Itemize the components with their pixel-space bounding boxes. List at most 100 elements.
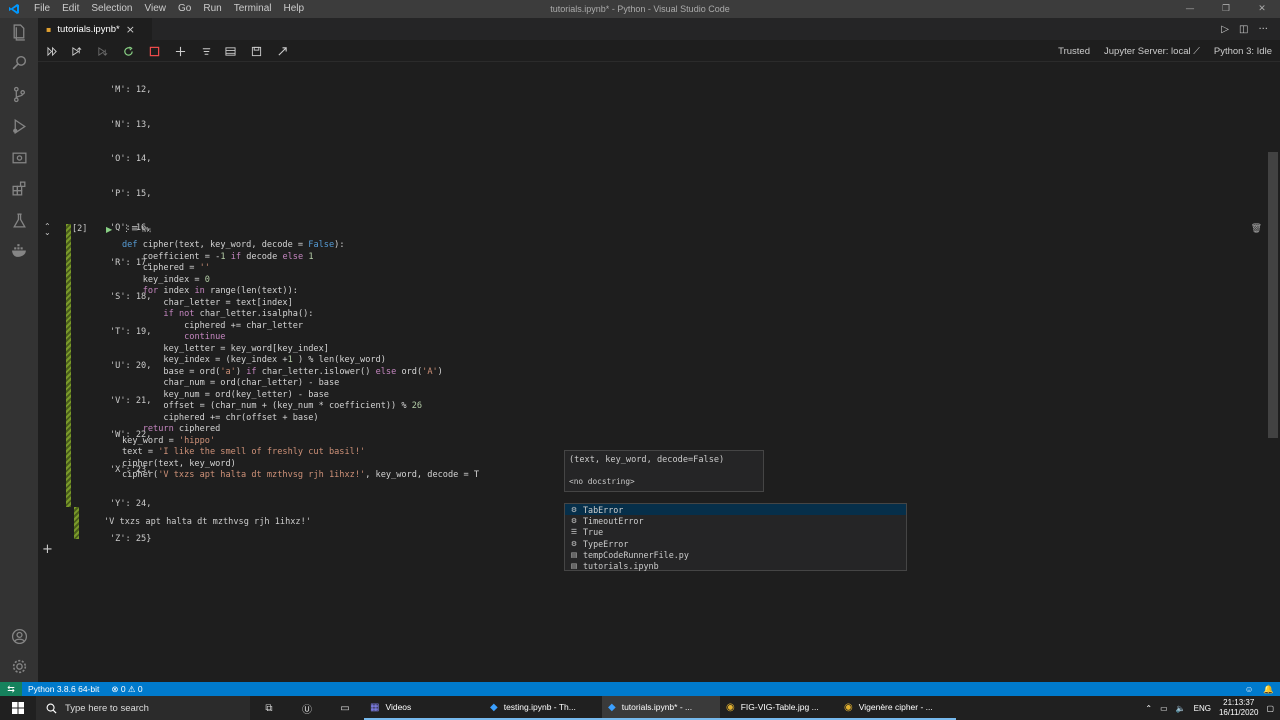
remote-icon[interactable]: ⇆: [0, 682, 22, 696]
volume-icon[interactable]: 🔈: [1176, 704, 1186, 713]
taskbar-app[interactable]: ◉ FIG-VIG-Table.jpg ...: [720, 696, 838, 720]
split-editor-icon[interactable]: ◫: [1239, 24, 1248, 35]
explorer-icon[interactable]: [0, 18, 38, 46]
run-all-cells-icon[interactable]: [44, 43, 60, 59]
interrupt-kernel-icon[interactable]: [146, 43, 162, 59]
menu-run[interactable]: Run: [197, 0, 227, 18]
trusted-label[interactable]: Trusted: [1058, 46, 1090, 57]
settings-gear-icon[interactable]: [0, 652, 38, 680]
vertical-scrollbar[interactable]: [1268, 152, 1278, 438]
clock[interactable]: 21:13:37 16/11/2020: [1219, 698, 1258, 718]
clock-date: 16/11/2020: [1218, 708, 1259, 717]
code-line: cipher(text, key_word): [122, 458, 236, 469]
output-line: 'Z': 25}: [110, 533, 152, 544]
taskbar-app[interactable]: ◆ tutorials.ipynb* - ...: [602, 696, 720, 720]
tab-tutorials-ipynb[interactable]: ▪ tutorials.ipynb* ×: [38, 18, 152, 40]
menu-edit[interactable]: Edit: [56, 0, 85, 18]
class-icon: ⚙: [570, 539, 578, 548]
minimize-icon[interactable]: —: [1172, 0, 1208, 18]
add-cell-icon[interactable]: [172, 43, 188, 59]
windows-start-icon[interactable]: [0, 696, 36, 720]
kernel-label[interactable]: Python 3: Idle: [1214, 46, 1272, 57]
menu-file[interactable]: File: [28, 0, 56, 18]
more-actions-icon[interactable]: ···: [1258, 24, 1268, 35]
markdown-toggle-button[interactable]: M↓: [142, 225, 152, 234]
language-indicator[interactable]: ENG: [1194, 704, 1211, 713]
action-center-icon[interactable]: ▢: [1266, 704, 1274, 713]
run-cells-below-icon[interactable]: [94, 43, 110, 59]
windows-taskbar: Type here to search ⧉ Ⓤ ▭ ▦ Videos ◆ testin…: [0, 696, 1280, 720]
menu-view[interactable]: View: [139, 0, 173, 18]
menu-terminal[interactable]: Terminal: [228, 0, 278, 18]
menu-go[interactable]: Go: [172, 0, 197, 18]
task-view-icon[interactable]: ⧉: [250, 696, 288, 720]
suggestion-item[interactable]: ⚙ TimeoutError: [565, 515, 906, 526]
testing-flask-icon[interactable]: [0, 206, 38, 234]
chrome-icon: ◉: [726, 701, 735, 713]
docker-icon[interactable]: [0, 236, 38, 264]
notifications-icon[interactable]: 🔔: [1263, 684, 1274, 695]
code-line: text = 'I like the smell of freshly cut …: [122, 447, 366, 457]
menu-help[interactable]: Help: [278, 0, 311, 18]
vscode-logo-icon: [0, 0, 28, 18]
search-placeholder: Type here to search: [65, 702, 149, 714]
suggestion-item[interactable]: ☰ True: [565, 527, 906, 538]
variables-icon[interactable]: [222, 43, 238, 59]
feedback-icon[interactable]: ☺: [1245, 684, 1254, 694]
taskbar-app[interactable]: ▦ Videos: [364, 696, 484, 720]
suggestion-item[interactable]: ▤ tutorials.ipynb: [565, 561, 906, 572]
clock-time: 21:13:37: [1223, 698, 1255, 707]
add-cell-plus-icon[interactable]: +: [42, 542, 53, 557]
run-cell-icon[interactable]: ▶: [106, 225, 112, 234]
delete-cell-icon[interactable]: 🗑: [1251, 224, 1262, 234]
suggestion-item[interactable]: ▤ tempCodeRunnerFile.py: [565, 549, 906, 560]
run-below-icon[interactable]: ⋮≡: [122, 224, 139, 234]
cell-move-icons[interactable]: ⌃ ⌄: [44, 223, 51, 237]
source-control-icon[interactable]: [0, 80, 38, 108]
editor-tab-bar: ▪ tutorials.ipynb* × ▷ ◫ ···: [38, 18, 1280, 40]
remote-explorer-icon[interactable]: [0, 144, 38, 172]
save-icon[interactable]: [248, 43, 264, 59]
clear-outputs-icon[interactable]: [198, 43, 214, 59]
suggestion-item[interactable]: ⚙ TabError: [565, 504, 906, 516]
code-cell-input[interactable]: def cipher(text, key_word, decode = Fals…: [122, 240, 479, 482]
network-icon[interactable]: ▭: [1160, 704, 1168, 713]
taskbar-app-label: Vigenère cipher - ...: [858, 702, 933, 712]
keyword-icon: ☰: [570, 528, 578, 537]
taskbar-search[interactable]: Type here to search: [36, 696, 250, 720]
restart-kernel-icon[interactable]: [120, 43, 136, 59]
account-icon[interactable]: [0, 622, 38, 650]
code-line: char_num = ord(char_letter) - base: [122, 378, 340, 388]
taskbar-app[interactable]: ◉ Vigenère cipher - ...: [838, 696, 956, 720]
execution-count: [2]: [72, 224, 88, 234]
file-icon: ▤: [570, 562, 578, 571]
python-interpreter[interactable]: Python 3.8.6 64-bit: [22, 684, 105, 694]
problems-count[interactable]: ⊗ 0 ⚠ 0: [105, 684, 148, 695]
tray-expand-icon[interactable]: ⌃: [1145, 704, 1152, 713]
unreal-engine-icon[interactable]: Ⓤ: [288, 696, 326, 720]
run-debug-icon[interactable]: [0, 112, 38, 140]
extensions-icon[interactable]: [0, 174, 38, 202]
taskbar-app-label: FIG-VIG-Table.jpg ...: [740, 702, 819, 712]
search-icon: [46, 703, 57, 714]
taskbar-app[interactable]: ◆ testing.ipynb - Th...: [484, 696, 602, 720]
code-line: ciphered = '': [122, 263, 210, 273]
file-icon: ▤: [570, 550, 578, 559]
search-icon[interactable]: [0, 48, 38, 76]
code-line: coefficient = -1 if decode else 1: [122, 251, 314, 262]
window-controls: — ❐ ✕: [1172, 0, 1280, 18]
close-tab-icon[interactable]: ×: [126, 23, 135, 36]
export-icon[interactable]: [274, 43, 290, 59]
run-cells-above-icon[interactable]: [68, 43, 84, 59]
code-line: key_index = (key_index +1 ) % len(key_wo…: [122, 355, 386, 365]
run-file-icon[interactable]: ▷: [1221, 24, 1229, 35]
menu-selection[interactable]: Selection: [85, 0, 138, 18]
restore-icon[interactable]: ❐: [1208, 0, 1244, 18]
close-window-icon[interactable]: ✕: [1244, 0, 1280, 18]
code-line: key_letter = key_word[key_index]: [122, 343, 329, 354]
jupyter-server-label[interactable]: Jupyter Server: local ⟋: [1104, 46, 1200, 57]
suggestion-item[interactable]: ⚙ TypeError: [565, 538, 906, 549]
code-line: base = ord('a') if char_letter.islower()…: [122, 366, 443, 377]
notebook-editor: 'M': 12, 'N': 13, 'O': 14, 'P': 15, 'Q':…: [38, 62, 1280, 682]
terminal-app-icon[interactable]: ▭: [326, 696, 364, 720]
